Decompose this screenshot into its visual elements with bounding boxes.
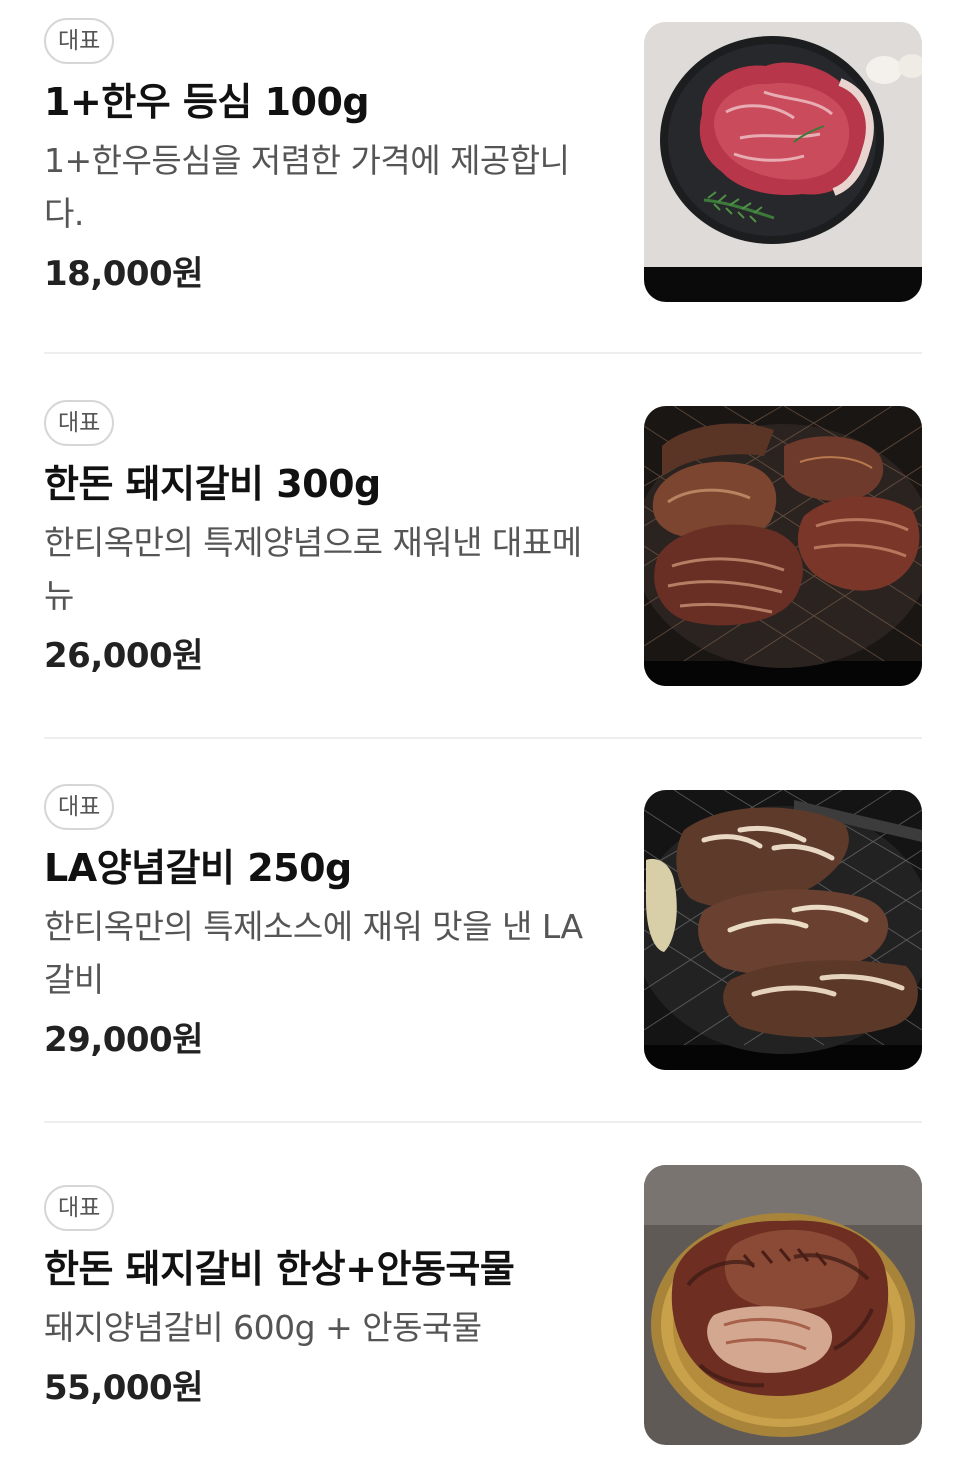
representative-badge: 대표 xyxy=(44,400,115,446)
menu-item-description: 한티옥만의 특제양념으로 재워낸 대표메뉴 xyxy=(44,523,582,615)
menu-item-info: 대표 한돈 돼지갈비 300g 한티옥만의 특제양념으로 재워낸 대표메뉴 26… xyxy=(44,400,614,680)
item-divider xyxy=(44,1121,922,1123)
representative-badge: 대표 xyxy=(44,18,115,64)
menu-item-description: 1+한우등심을 저렴한 가격에 제공합니다. xyxy=(44,141,570,233)
menu-item-name: 1+한우 등심 100g xyxy=(44,80,370,124)
item-divider xyxy=(44,737,922,739)
menu-list: 대표 1+한우 등심 100g 1+한우등심을 저렴한 가격에 제공합니다. 1… xyxy=(0,0,966,1460)
pork-ribs-grill-photo-icon xyxy=(644,406,922,686)
menu-item[interactable]: 대표 한돈 돼지갈비 300g 한티옥만의 특제양념으로 재워낸 대표메뉴 26… xyxy=(44,400,922,690)
menu-item-price: 29,000원 xyxy=(44,1020,203,1060)
representative-badge: 대표 xyxy=(44,1185,115,1231)
la-galbi-grill-photo-icon xyxy=(644,790,922,1070)
menu-item-info: 대표 한돈 돼지갈비 한상+안동국물 돼지양념갈비 600g + 안동국물 55… xyxy=(44,1185,614,1412)
menu-item-info: 대표 1+한우 등심 100g 1+한우등심을 저렴한 가격에 제공합니다. 1… xyxy=(44,18,614,298)
menu-item-photo[interactable] xyxy=(644,22,922,302)
menu-item-name: 한돈 돼지갈비 300g xyxy=(44,462,381,506)
menu-item-name: LA양념갈비 250g xyxy=(44,846,352,890)
beef-sirloin-photo-icon xyxy=(644,22,922,302)
menu-item-info: 대표 LA양념갈비 250g 한티옥만의 특제소스에 재워 맛을 낸 LA갈비 … xyxy=(44,784,614,1064)
menu-item-photo[interactable] xyxy=(644,1165,922,1445)
menu-item[interactable]: 대표 LA양념갈비 250g 한티옥만의 특제소스에 재워 맛을 낸 LA갈비 … xyxy=(44,784,922,1074)
representative-badge: 대표 xyxy=(44,784,115,830)
item-divider xyxy=(44,352,922,354)
menu-item-price: 55,000원 xyxy=(44,1368,203,1408)
menu-item-description: 한티옥만의 특제소스에 재워 맛을 낸 LA갈비 xyxy=(44,907,583,999)
pork-ribs-brass-plate-photo-icon xyxy=(644,1165,922,1445)
menu-item-price: 18,000원 xyxy=(44,254,203,294)
menu-item[interactable]: 대표 한돈 돼지갈비 한상+안동국물 돼지양념갈비 600g + 안동국물 55… xyxy=(44,1165,922,1447)
menu-item-photo[interactable] xyxy=(644,790,922,1070)
menu-item[interactable]: 대표 1+한우 등심 100g 1+한우등심을 저렴한 가격에 제공합니다. 1… xyxy=(44,18,922,308)
menu-item-name: 한돈 돼지갈비 한상+안동국물 xyxy=(44,1247,515,1291)
menu-item-photo[interactable] xyxy=(644,406,922,686)
menu-item-price: 26,000원 xyxy=(44,636,203,676)
menu-item-description: 돼지양념갈비 600g + 안동국물 xyxy=(44,1308,482,1347)
